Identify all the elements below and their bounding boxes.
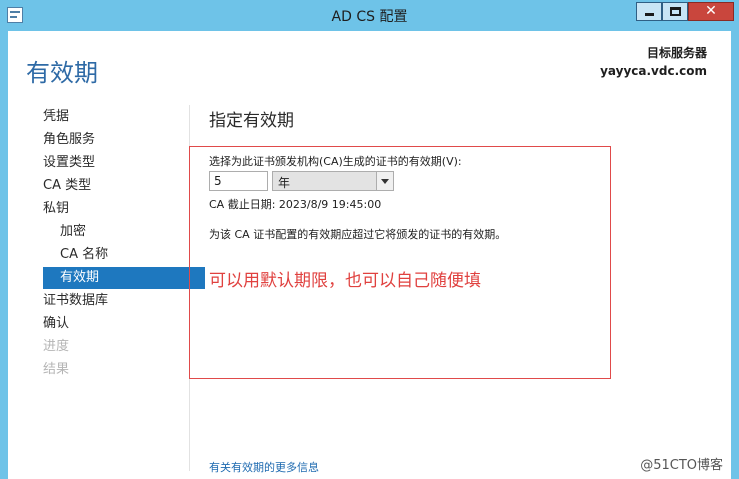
watermark: @51CTO博客 [640,458,723,473]
minimize-button[interactable] [636,2,662,21]
nav-item-cryptography[interactable]: 加密 [43,221,86,243]
section-title: 指定有效期 [209,111,294,131]
help-link-validity[interactable]: 有关有效期的更多信息 [209,459,319,475]
nav-item-ca-name[interactable]: CA 名称 [43,244,108,266]
page-title: 有效期 [26,59,98,87]
nav-item-results: 结果 [43,362,70,377]
nav-item-private-key[interactable]: 私钥 [43,198,69,220]
wizard-client-area: 有效期 目标服务器 yayyca.vdc.com 凭据 角色服务 设置类型 CA… [8,31,731,479]
close-button[interactable]: ✕ [688,2,734,21]
nav-item-validity-period[interactable]: 有效期 [43,267,205,289]
annotation-highlight-box [189,146,611,379]
nav-item-ca-type[interactable]: CA 类型 [43,175,91,197]
nav-item-progress: 进度 [43,339,70,354]
target-server-label: 目标服务器 [646,46,707,60]
nav-item-setup-type[interactable]: 设置类型 [43,152,95,174]
target-server-name: yayyca.vdc.com [600,64,707,78]
close-icon: ✕ [705,3,717,19]
nav-item-confirmation[interactable]: 确认 [43,313,69,335]
nav-item-role-services[interactable]: 角色服务 [43,129,95,151]
window-title: AD CS 配置 [331,9,408,25]
title-bar: AD CS 配置 ✕ [0,0,739,32]
annotation-note: 可以用默认期限，也可以自己随便填 [209,271,481,291]
nav-item-certificate-database[interactable]: 证书数据库 [43,290,108,312]
maximize-button[interactable] [662,2,688,21]
nav-item-credentials[interactable]: 凭据 [43,106,69,128]
